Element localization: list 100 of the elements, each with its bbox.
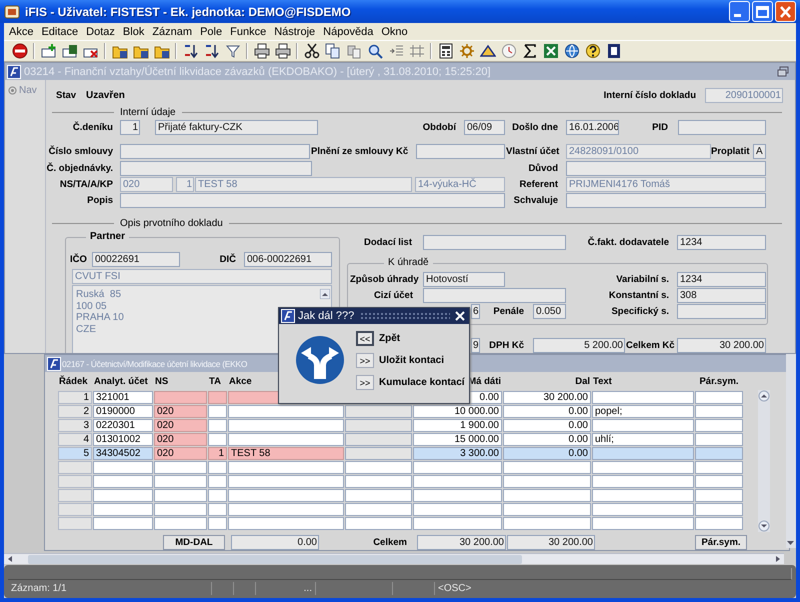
input-field[interactable]: 9: [471, 338, 480, 353]
window-title: 03214 - Finanční vztahy/Účetní likvidace závazků (EKDOBAKO) - [úterý , 31.08.2010; 15:25:20]: [24, 66, 491, 78]
table-cell: 15 000.00: [413, 433, 502, 446]
field-label: Číslo smlouvy: [48, 146, 114, 157]
form-button[interactable]: MD-DAL: [163, 535, 225, 550]
table-cell: 1 900.00: [413, 419, 502, 432]
table-cell: 30 200.00: [503, 391, 591, 404]
row-header[interactable]: 2: [58, 405, 92, 418]
table-cell: uhlí;: [592, 433, 694, 446]
option-label: Zpět: [379, 333, 400, 344]
input-field[interactable]: 1234: [677, 272, 766, 287]
table-cell: 0220301: [93, 419, 153, 432]
row-header[interactable]: 5: [58, 447, 92, 460]
table-cell: 0.00: [503, 405, 591, 418]
table-cell: 0.00: [503, 419, 591, 432]
menu-item[interactable]: Pole: [196, 26, 226, 38]
row-header[interactable]: 4: [58, 433, 92, 446]
input-field[interactable]: 30 200.00: [417, 535, 506, 550]
field-label: Vlastní účet: [506, 146, 560, 157]
field-label: Penále: [492, 306, 525, 317]
row-header[interactable]: 3: [58, 419, 92, 432]
input-field[interactable]: 1234: [677, 235, 766, 250]
input-field[interactable]: 6: [471, 304, 480, 319]
menu-item[interactable]: Nástroje: [270, 26, 320, 38]
table-cell: 020: [154, 419, 207, 432]
window-title: iFIS - Uživatel: FISTEST - Ek. jednotka: DEMO@FISDEMO: [25, 4, 351, 18]
table-cell: 01301002: [93, 433, 153, 446]
form-button[interactable]: Pár.sym.: [695, 535, 747, 550]
field-label: Celkem: [372, 537, 408, 548]
table-cell: 0.00: [503, 447, 591, 460]
menu-item[interactable]: Editace: [37, 26, 82, 38]
column-header: Řádek: [58, 376, 89, 386]
input-field[interactable]: 30 200.00: [507, 535, 595, 550]
status-value: Uzavřen: [86, 90, 126, 101]
table-cell: 0.00: [503, 433, 591, 446]
input-field[interactable]: 06/09: [464, 120, 505, 135]
row-header[interactable]: 1: [58, 391, 92, 404]
table-cell: 020: [154, 447, 207, 460]
table-cell: 3 300.00: [413, 447, 502, 460]
option-button[interactable]: >>: [356, 353, 374, 368]
field-label: Proplatit: [711, 146, 750, 157]
input-field[interactable]: 0.050: [533, 304, 566, 319]
field-label: Schvaluje: [512, 195, 559, 206]
section-title: Opis prvotního dokladu: [119, 218, 224, 228]
field-label: Celkem Kč: [626, 340, 674, 351]
option-button[interactable]: >>: [356, 375, 374, 390]
field-label: Důvod: [527, 163, 559, 174]
table-cell: popel;: [592, 405, 694, 418]
menu-item[interactable]: Blok: [118, 26, 148, 38]
field-label: DPH Kč: [488, 340, 525, 351]
input-field[interactable]: 006-00022691: [244, 252, 332, 267]
input-field[interactable]: 30 200.00: [677, 338, 766, 353]
field-label: IČO: [70, 254, 88, 265]
menu-item[interactable]: Dotaz: [82, 26, 119, 38]
table-cell: 321001: [93, 391, 153, 404]
column-header: Text: [592, 376, 613, 386]
column-header: Akce: [228, 376, 253, 386]
field-label: Cizí účet: [372, 290, 414, 301]
field-label: Variabilní s.: [615, 274, 670, 285]
field-label: Konstantní s.: [608, 290, 670, 301]
field-label: Způsob úhrady: [350, 274, 417, 285]
input-field[interactable]: 0.00: [231, 535, 319, 550]
input-field[interactable]: Přijaté faktury-CZK: [155, 120, 318, 135]
menu-item[interactable]: Funkce: [226, 26, 270, 38]
input-field[interactable]: Hotovostí: [423, 272, 505, 287]
status-field: ...: [256, 582, 316, 595]
column-header: Pár.sym.: [698, 376, 740, 386]
field-label: Č.fakt. dodavatele: [586, 237, 670, 248]
option-label: Kumulace kontací: [379, 377, 465, 388]
field-label: PID: [651, 122, 669, 133]
window-title: 02167 - Účetnictví/Modifikace účetní likvidace (EKKO: [62, 358, 248, 368]
table-cell: 1: [208, 447, 227, 460]
input-field[interactable]: 00022691: [92, 252, 180, 267]
input-field[interactable]: 5 200.00: [533, 338, 625, 353]
field-label: Č. objednávky.: [46, 163, 114, 174]
field-label: Plnění ze smlouvy Kč: [311, 146, 410, 157]
column-header: TA: [208, 376, 222, 386]
column-header: Analyt. účet: [93, 376, 149, 386]
menu-item[interactable]: Záznam: [148, 26, 196, 38]
table-cell: TEST 58: [228, 447, 344, 460]
table-cell: 34304502: [93, 447, 153, 460]
column-header: Dal: [574, 376, 591, 386]
input-field[interactable]: 308: [677, 288, 766, 303]
menu-item[interactable]: Nápověda: [319, 26, 378, 38]
option-button[interactable]: <<: [356, 331, 374, 346]
status-field: Záznam: 1/1: [8, 582, 212, 595]
input-field[interactable]: A: [753, 144, 766, 159]
field-label: Stav: [56, 90, 78, 101]
table-cell: 0190000: [93, 405, 153, 418]
table-cell: 020: [154, 405, 207, 418]
table-cell: 020: [154, 433, 207, 446]
status-field: <OSC>: [435, 582, 792, 595]
input-field[interactable]: 1: [120, 120, 140, 135]
field-label: DIČ: [218, 254, 237, 265]
column-header: NS: [154, 376, 170, 386]
menu-item[interactable]: Akce: [5, 26, 38, 38]
field-label: Č.deníku: [72, 122, 114, 133]
field-label: NS/TA/A/KP: [58, 179, 114, 190]
menu-item[interactable]: Okno: [377, 26, 412, 38]
field-label: Referent: [518, 179, 559, 190]
